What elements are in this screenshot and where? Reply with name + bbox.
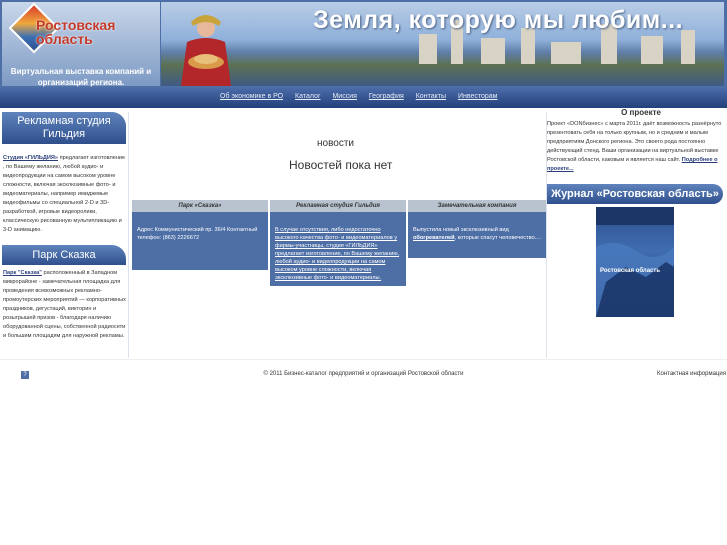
park-link[interactable]: Парк "Сказка" — [3, 270, 42, 276]
nav-item-geography[interactable]: География — [369, 93, 404, 100]
company-column: Замечательная компания Выпустила новый э… — [408, 200, 546, 258]
banner-title: Земля, которую мы любим... — [313, 6, 684, 34]
company-column-title[interactable]: Замечательная компания — [408, 200, 546, 212]
main-nav: Об экономике в РО Каталог Миссия Географ… — [0, 88, 727, 108]
studio-section-title[interactable]: Рекламная студия Гильдия — [2, 112, 126, 144]
logo-text: Ростовская область — [36, 17, 116, 47]
banner-building — [641, 36, 663, 64]
about-description: Проект «DONбизнес» с марта 2011г. даёт в… — [547, 117, 725, 174]
magazine-cover-icon — [596, 207, 674, 317]
contacts-link[interactable]: Контактная информация — [657, 371, 726, 377]
heaters-link[interactable]: обогревателей — [413, 235, 455, 241]
company-column-body: Адрес Коммунистический пр. 36/4 Контактн… — [132, 212, 268, 270]
magazine-cover[interactable]: Ростовская область — [596, 207, 674, 317]
banner-building — [681, 30, 695, 64]
company-column: Парк «Сказка» Адрес Коммунистический пр.… — [132, 200, 268, 270]
news-title: новости — [317, 138, 355, 149]
header-banner: Земля, которую мы любим... — [161, 2, 724, 86]
copyright-text: © 2011 Бизнес-каталог предприятий и орга… — [263, 371, 464, 377]
company-column-body: Выпустила новый эксклюзивный вид обогрев… — [408, 212, 546, 258]
news-empty-message: Новостей пока нет — [289, 158, 393, 172]
banner-building — [419, 34, 437, 64]
nav-item-economy[interactable]: Об экономике в РО — [220, 93, 283, 100]
footer-divider — [0, 359, 727, 360]
studio-description: Студия «ГИЛЬДИЯ» предлагает изготовление… — [2, 144, 128, 235]
company-column: Рекламная студия Гильдия В случае отсутс… — [270, 200, 406, 286]
nav-item-investors[interactable]: Инвесторам — [458, 93, 498, 100]
park-description: Парк "Сказка" расположенный в Западном м… — [2, 265, 128, 341]
nav-links: Об экономике в РО Каталог Миссия Географ… — [220, 93, 508, 100]
banner-photo-icon — [181, 15, 231, 86]
company-column-body: В случае отсутствия, либо недостаточно в… — [270, 212, 406, 286]
studio-link[interactable]: Студия «ГИЛЬДИЯ» — [3, 155, 58, 161]
banner-building — [551, 42, 581, 64]
column-divider — [128, 112, 129, 358]
logo-block[interactable]: Ростовская область Виртуальная выставка … — [2, 2, 160, 87]
about-title: О проекте — [621, 108, 661, 117]
company-column-title[interactable]: Рекламная студия Гильдия — [270, 200, 406, 212]
nav-item-contacts[interactable]: Контакты — [416, 93, 446, 100]
magazine-label: Ростовская область — [600, 268, 661, 274]
journal-title[interactable]: Журнал «Ростовская область» — [547, 184, 723, 204]
nav-item-mission[interactable]: Миссия — [332, 93, 356, 100]
studio-text: предлагает изготовление , по Вашему жела… — [3, 155, 126, 233]
right-sidebar: О проекте Проект «DONбизнес» с марта 201… — [547, 108, 725, 317]
banner-building — [481, 38, 505, 64]
logo-subtitle: Виртуальная выставка компаний и организа… — [10, 67, 152, 87]
studio-offer-link[interactable]: В случае отсутствия, либо недостаточно в… — [275, 227, 399, 281]
company-news-text-end: , которые спасут человечество.... — [454, 235, 541, 241]
park-text: расположенный в Западном микрорайоне - з… — [3, 270, 126, 339]
park-section-title[interactable]: Парк Сказка — [2, 245, 126, 265]
company-news-text: Выпустила новый эксклюзивный вид — [413, 227, 509, 233]
company-column-title[interactable]: Парк «Сказка» — [132, 200, 268, 212]
nav-item-catalog[interactable]: Каталог — [295, 93, 320, 100]
left-sidebar: Рекламная студия Гильдия Студия «ГИЛЬДИЯ… — [2, 112, 128, 341]
site-header: Ростовская область Виртуальная выставка … — [0, 0, 727, 88]
